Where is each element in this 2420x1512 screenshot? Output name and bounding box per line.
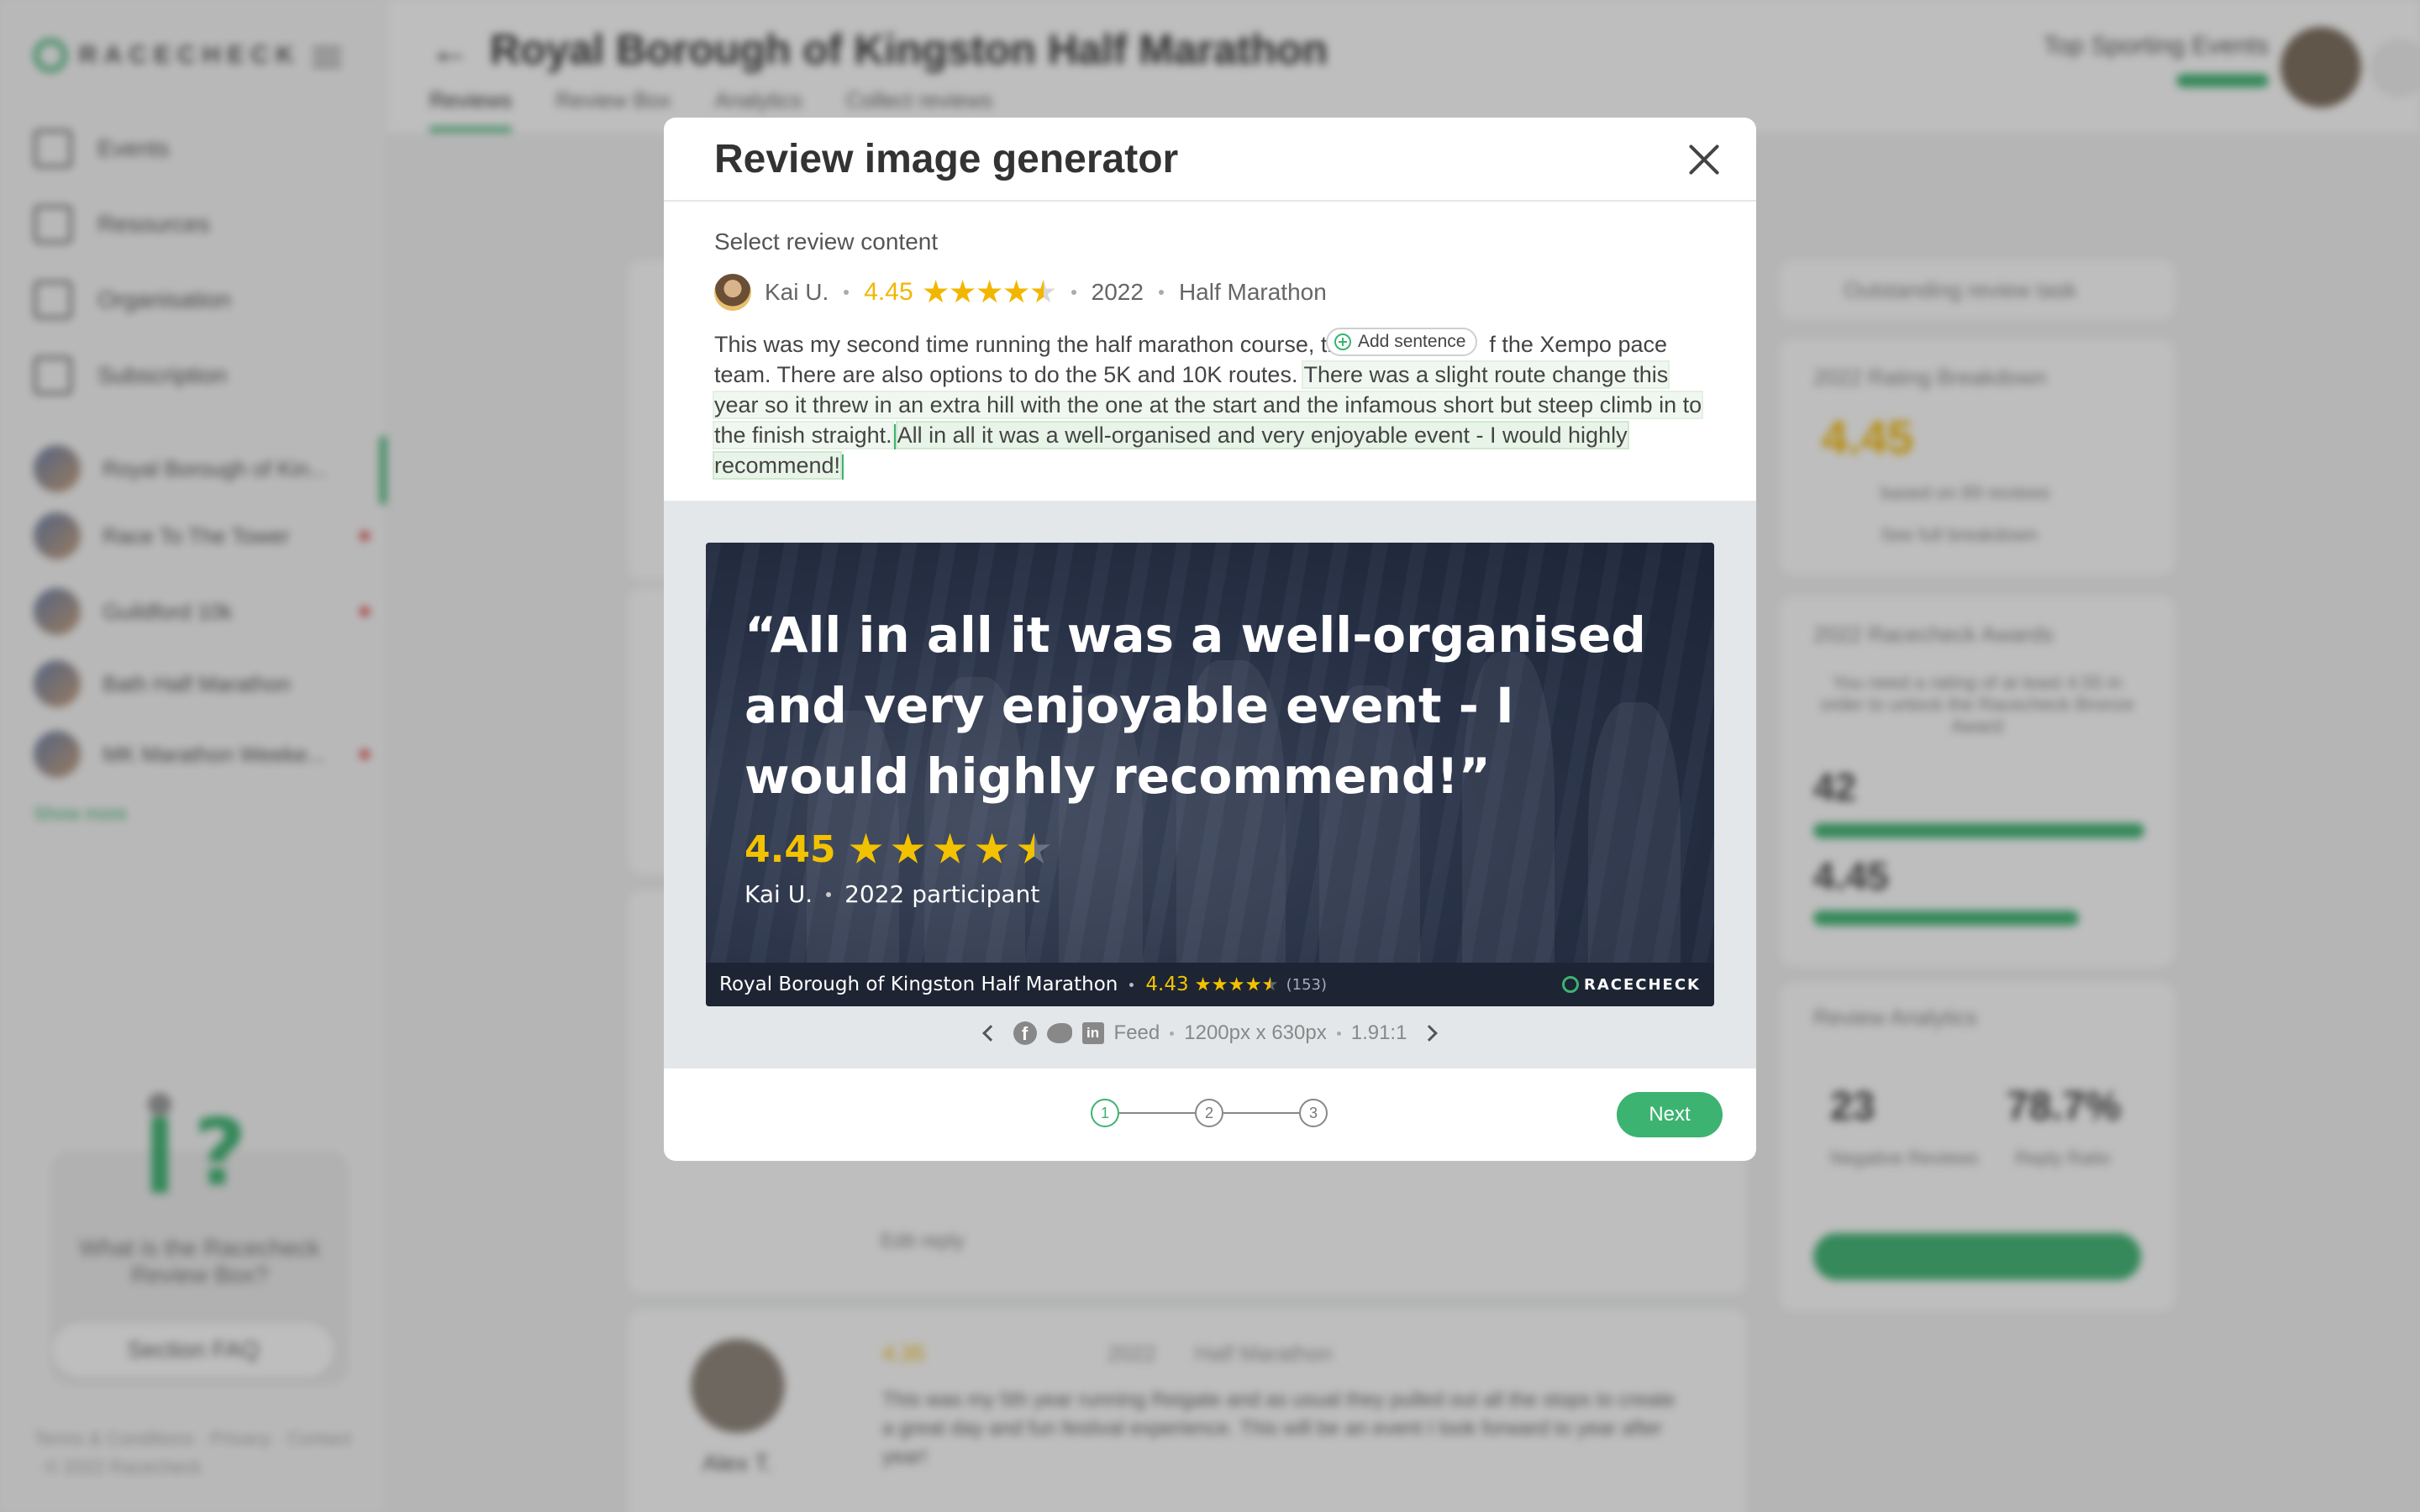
review-image-preview: “All in all it was a well-organised and …: [706, 543, 1714, 1006]
select-content-label: Select review content: [714, 228, 939, 255]
step-connector: [1223, 1112, 1299, 1114]
step-3[interactable]: 3: [1299, 1099, 1328, 1127]
step-1[interactable]: 1: [1091, 1099, 1119, 1127]
review-image-generator-modal: Review image generator Select review con…: [664, 118, 1756, 1161]
star-icon: [850, 832, 882, 864]
preview-quote: “All in all it was a well-organised and …: [744, 606, 1646, 805]
facebook-icon[interactable]: f: [1013, 1021, 1037, 1045]
star-rating: [1195, 977, 1278, 992]
separator-dot: [1071, 290, 1076, 295]
star-icon: [923, 280, 949, 303]
format-size: 1200px x 630px: [1184, 1021, 1327, 1044]
star-icon: [1195, 977, 1211, 991]
half-star-icon: [1031, 280, 1056, 303]
star-icon: [977, 280, 1002, 303]
star-icon: [1245, 977, 1261, 991]
review-meta: Kai U. 4.45 2022 Half Marathon: [714, 274, 1327, 311]
separator-dot: [1170, 1031, 1175, 1036]
preview-score: 4.45: [744, 828, 836, 871]
review-text: This was my second time running the half…: [712, 329, 1714, 480]
racecheck-logo-icon: [1561, 976, 1579, 993]
close-icon[interactable]: [1687, 143, 1721, 176]
separator-dot: [1336, 1031, 1341, 1036]
preview-author-name: Kai U.: [744, 880, 813, 908]
preview-rating: 4.45: [744, 828, 1051, 871]
star-icon: [950, 280, 976, 303]
preview-review-count: (153): [1286, 975, 1327, 994]
half-star-icon: [1018, 832, 1050, 864]
separator-dot: [1158, 290, 1164, 295]
preview-brand: RACECHECK: [1561, 976, 1701, 994]
chevron-left-icon[interactable]: [981, 1025, 999, 1042]
preview-author: Kai U. 2022 participant: [744, 880, 1039, 908]
step-indicator: 1 2 3: [1091, 1099, 1328, 1127]
reviewer-avatar: [714, 274, 751, 311]
selection-caret: [893, 423, 896, 449]
preview-event-score: 4.43: [1145, 974, 1189, 995]
star-icon: [1212, 977, 1228, 991]
half-star-icon: [1262, 977, 1278, 991]
preview-area: “All in all it was a well-organised and …: [664, 501, 1756, 1068]
twitter-icon[interactable]: [1046, 1023, 1072, 1043]
preview-event-name: Royal Borough of Kingston Half Marathon: [719, 974, 1118, 995]
linkedin-icon[interactable]: in: [1081, 1022, 1104, 1044]
star-icon: [1004, 280, 1029, 303]
star-icon: [1228, 977, 1244, 991]
separator-dot: [844, 290, 850, 295]
modal-header: Review image generator: [664, 118, 1756, 202]
step-2[interactable]: 2: [1195, 1099, 1223, 1127]
format-type: Feed: [1113, 1021, 1160, 1044]
review-sentence[interactable]: This was my second time running the half…: [714, 332, 1344, 357]
event-type: Half Marathon: [1178, 279, 1327, 305]
separator-dot: [826, 891, 832, 897]
review-score: 4.45: [864, 278, 913, 306]
plus-circle-icon: [1334, 333, 1351, 350]
review-year: 2022: [1091, 279, 1144, 305]
separator-dot: [1129, 982, 1134, 987]
star-icon: [892, 832, 924, 864]
star-rating: [923, 280, 1056, 305]
star-icon: [976, 832, 1008, 864]
preview-participant: 2022 participant: [844, 880, 1040, 908]
next-button[interactable]: Next: [1617, 1092, 1723, 1137]
format-ratio: 1.91:1: [1350, 1021, 1407, 1044]
selection-caret: [842, 454, 844, 480]
star-icon: [934, 832, 966, 864]
step-connector: [1119, 1112, 1195, 1114]
preview-footer: Royal Borough of Kingston Half Marathon …: [706, 963, 1714, 1006]
format-selector: f in Feed 1200px x 630px 1.91:1: [664, 1021, 1756, 1045]
add-sentence-button[interactable]: Add sentence: [1326, 328, 1478, 356]
modal-title: Review image generator: [714, 137, 1179, 181]
chevron-right-icon[interactable]: [1421, 1025, 1439, 1042]
reviewer-name: Kai U.: [765, 279, 829, 305]
